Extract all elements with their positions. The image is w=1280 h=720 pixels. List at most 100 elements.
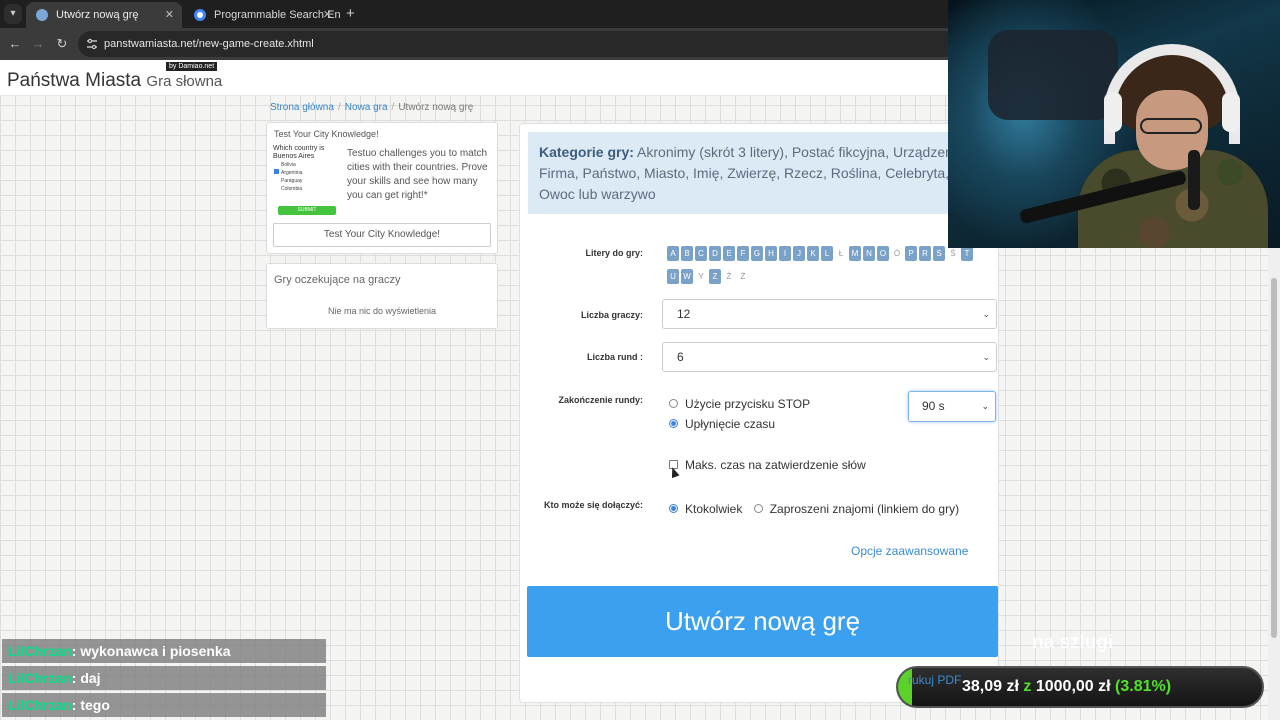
letters-label: Litery do gry: xyxy=(585,248,643,258)
checkbox-icon xyxy=(274,169,279,174)
letter-toggle[interactable]: S xyxy=(933,246,945,261)
chat-message: LilChrzan: daj xyxy=(2,666,326,690)
letter-toggle[interactable]: C xyxy=(695,246,707,261)
advanced-options-link[interactable]: Opcje zaawansowane xyxy=(851,544,968,558)
tab-search-engine[interactable]: Programmable Search Engine ✕ xyxy=(184,2,340,28)
quiz-option: Bolivia xyxy=(281,162,296,168)
close-icon[interactable]: ✕ xyxy=(323,2,332,28)
breadcrumb-home[interactable]: Strona główna xyxy=(270,102,334,113)
waiting-empty-text: Nie ma nic do wyświetlenia xyxy=(327,306,437,316)
join-invited-label[interactable]: Zaproszeni znajomi (linkiem do gry) xyxy=(770,502,959,516)
rounds-value: 6 xyxy=(677,350,684,364)
back-icon[interactable]: ← xyxy=(5,34,25,54)
chat-text: : daj xyxy=(71,670,101,686)
round-end-label: Zakończenie rundy: xyxy=(558,395,643,405)
letter-toggle[interactable]: I xyxy=(779,246,791,261)
ad-button[interactable]: Test Your City Knowledge! xyxy=(273,223,491,247)
letter-toggle[interactable]: Y xyxy=(695,269,707,284)
waiting-title: Gry oczekujące na graczy xyxy=(274,274,401,286)
letter-toggle[interactable]: Ż xyxy=(737,269,749,284)
quiz-option: Colombia xyxy=(281,186,303,192)
letter-toggle[interactable]: M xyxy=(849,246,861,261)
chevron-down-icon: ⌄ xyxy=(982,352,990,362)
scrollbar-thumb[interactable] xyxy=(1271,278,1277,638)
headphone-ear xyxy=(1104,92,1122,132)
chevron-down-icon: ⌄ xyxy=(981,401,989,411)
radio-button[interactable] xyxy=(669,504,678,514)
quiz-option: Paraguay xyxy=(281,178,303,184)
forward-icon[interactable]: → xyxy=(28,34,48,54)
join-anyone-label[interactable]: Ktokolwiek xyxy=(685,502,742,516)
quiz-option: Argentina xyxy=(274,169,337,177)
site-favicon-icon xyxy=(36,9,48,21)
letter-toggle[interactable]: Ó xyxy=(891,246,903,261)
ad-text: Testuo challenges you to match cities wi… xyxy=(347,148,488,201)
letter-toggle[interactable]: B xyxy=(681,246,693,261)
pdf-link-peek[interactable]: rukuj PDF xyxy=(908,673,961,687)
new-tab-button[interactable]: + xyxy=(346,4,355,24)
donation-goal: 1000,00 zł xyxy=(1035,678,1111,695)
letter-toggle[interactable]: W xyxy=(681,269,693,284)
letter-toggle[interactable]: E xyxy=(723,246,735,261)
letter-toggle[interactable]: G xyxy=(751,246,763,261)
radio-button[interactable] xyxy=(669,419,678,429)
breadcrumb-current: Utwórz nową grę xyxy=(398,102,474,113)
microphone-icon xyxy=(1188,150,1200,210)
letter-toggle[interactable]: Ś xyxy=(947,246,959,261)
donation-current: 38,09 zł xyxy=(962,678,1019,695)
end-stop-option[interactable]: Użycie przycisku STOP xyxy=(669,396,810,412)
letter-toggle[interactable]: F xyxy=(737,246,749,261)
chat-text: : tego xyxy=(71,697,110,713)
categories-box: Kategorie gry: Akronimy (skrót 3 litery)… xyxy=(528,132,998,214)
time-select[interactable]: 90 s ⌄ xyxy=(908,391,996,422)
letter-toggle[interactable]: P xyxy=(905,246,917,261)
letter-toggle[interactable]: K xyxy=(807,246,819,261)
categories-label: Kategorie gry: xyxy=(539,144,634,160)
page-scrollbar[interactable] xyxy=(1268,248,1280,720)
letter-toggle[interactable]: N xyxy=(863,246,875,261)
max-time-option[interactable]: Maks. czas na zatwierdzenie słów xyxy=(669,457,866,473)
chat-text: : wykonawca i piosenka xyxy=(71,643,231,659)
end-time-option[interactable]: Upłynięcie czasu xyxy=(669,416,775,432)
quiz-image[interactable]: Which country is Buenos Aires Bolivia Ar… xyxy=(273,145,337,217)
reload-icon[interactable]: ↻ xyxy=(52,34,72,54)
max-time-label: Maks. czas na zatwierdzenie słów xyxy=(685,458,866,472)
create-game-button[interactable]: Utwórz nową grę xyxy=(527,586,998,657)
overlay-caption: na szlugi xyxy=(1032,632,1114,653)
letter-toggle[interactable]: R xyxy=(919,246,931,261)
letter-toggle[interactable]: Ł xyxy=(835,246,847,261)
breadcrumb-new-game[interactable]: Nowa gra xyxy=(345,102,388,113)
logo-subtitle: Gra słowna xyxy=(146,73,223,90)
players-select[interactable]: 12 ⌄ xyxy=(662,299,997,329)
players-value: 12 xyxy=(677,307,691,321)
logo-text: Państwa Miasta xyxy=(7,70,142,91)
breadcrumb: Strona główna / Nowa gra / Utwórz nową grę xyxy=(270,102,474,113)
chat-user: LilChrzan xyxy=(8,670,72,686)
letter-toggle[interactable]: H xyxy=(765,246,777,261)
letter-toggle[interactable]: D xyxy=(709,246,721,261)
rounds-select[interactable]: 6 ⌄ xyxy=(662,342,997,372)
letter-toggle[interactable]: J xyxy=(793,246,805,261)
quiz-question: Which country is Buenos Aires xyxy=(273,145,325,160)
google-icon xyxy=(194,9,206,21)
letter-toggle[interactable]: T xyxy=(961,246,973,261)
tab-active[interactable]: Utwórz nową grę ✕ xyxy=(26,2,182,28)
letter-toggle[interactable]: A xyxy=(667,246,679,261)
letter-toggle[interactable]: O xyxy=(877,246,889,261)
cam-background xyxy=(988,30,1118,120)
radio-button[interactable] xyxy=(669,399,678,409)
donation-z: z xyxy=(1023,678,1032,695)
site-logo[interactable]: Państwa Miasta Gra słowna xyxy=(7,70,222,92)
letter-toggle[interactable]: Ź xyxy=(723,269,735,284)
chevron-down-icon[interactable]: ▾ xyxy=(4,4,22,24)
join-label: Kto może się dołączyć: xyxy=(543,500,643,510)
donation-percent: (3.81%) xyxy=(1115,678,1172,695)
letter-toggle[interactable]: L xyxy=(821,246,833,261)
url-text: panstwamiasta.net/new-game-create.xhtml xyxy=(104,38,314,50)
letter-toggle[interactable]: U xyxy=(667,269,679,284)
radio-button[interactable] xyxy=(753,504,763,514)
close-icon[interactable]: ✕ xyxy=(165,2,174,28)
address-bar[interactable]: panstwamiasta.net/new-game-create.xhtml xyxy=(78,31,958,57)
letter-toggle[interactable]: Z xyxy=(709,269,721,284)
site-info-icon[interactable] xyxy=(86,38,98,50)
